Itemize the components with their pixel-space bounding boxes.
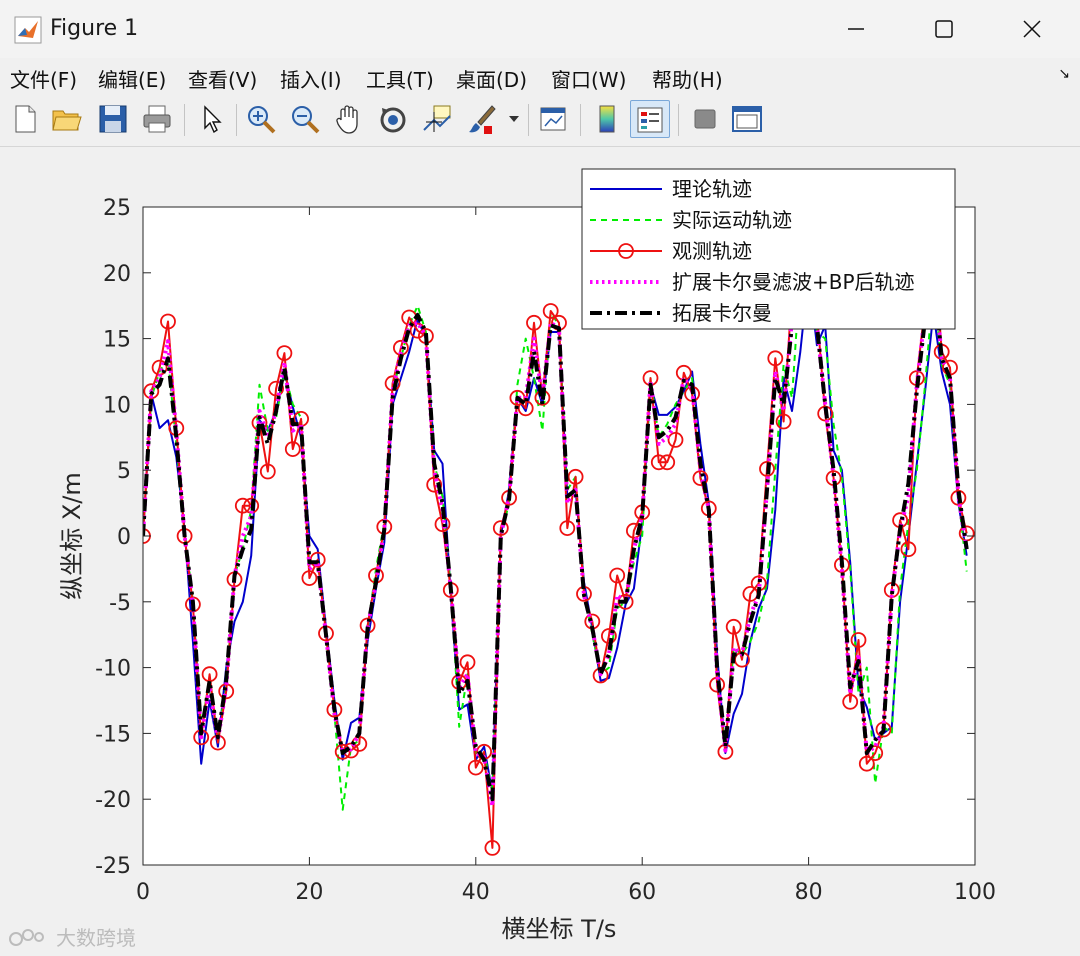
title-bar: Figure 1 (0, 0, 1080, 58)
pointer-icon (204, 105, 222, 134)
zoom-in-button[interactable] (244, 102, 278, 136)
toolbar-separator (236, 104, 237, 136)
y-tick-label: 5 (117, 459, 131, 484)
open-file-icon (52, 110, 82, 131)
menu-bar: 文件(F) 编辑(E) 查看(V) 插入(I) 工具(T) 桌面(D) 窗口(W… (0, 58, 1080, 94)
menu-insert[interactable]: 插入(I) (280, 64, 342, 93)
rotate-3d-button[interactable] (376, 102, 410, 136)
toolbar-separator (184, 104, 185, 136)
y-tick-label: -5 (109, 591, 131, 616)
colorbar-button[interactable] (590, 102, 624, 136)
save-icon (99, 105, 127, 133)
window-title: Figure 1 (50, 16, 139, 41)
y-tick-label: 10 (103, 393, 131, 418)
watermark: 大数跨境 (8, 922, 136, 951)
menu-view[interactable]: 查看(V) (188, 64, 257, 93)
data-cursor-icon (423, 105, 451, 132)
legend[interactable]: 理论轨迹实际运动轨迹观测轨迹扩展卡尔曼滤波+BP后轨迹拓展卡尔曼 (581, 168, 956, 330)
minimize-icon (848, 28, 864, 30)
menu-file[interactable]: 文件(F) (10, 64, 77, 93)
link-plot-button[interactable] (536, 102, 570, 136)
x-axis-label: 横坐标 T/s (502, 915, 617, 943)
pan-button[interactable] (332, 102, 366, 136)
y-tick-label: -20 (95, 788, 131, 813)
data-cursor-button[interactable] (420, 102, 454, 136)
x-tick-label: 40 (462, 880, 490, 905)
brush-button[interactable] (464, 102, 498, 136)
zoom-out-icon (292, 106, 320, 134)
matlab-app-icon (14, 16, 42, 44)
y-tick-label: -15 (95, 722, 131, 747)
dock-icon (732, 106, 762, 132)
dock-button[interactable] (730, 102, 764, 136)
x-tick-label: 0 (136, 880, 150, 905)
y-axis-label: 纵坐标 X/m (58, 472, 86, 600)
rotate-3d-icon (380, 107, 406, 133)
y-tick-label: 15 (103, 328, 131, 353)
colorbar-icon (599, 105, 615, 133)
watermark-logo-icon (9, 928, 44, 946)
pointer-button[interactable] (194, 102, 228, 136)
zoom-out-button[interactable] (288, 102, 322, 136)
legend-icon (637, 107, 663, 133)
save-button[interactable] (96, 102, 130, 136)
toolbar (0, 94, 1080, 147)
figure-area: 0 20 40 60 80 100 -25 -20 -15 -10 -5 0 5 10 15 20 25 横坐标… (0, 147, 1080, 956)
dropdown-arrow-icon (509, 116, 519, 122)
y-tick-label: -25 (95, 854, 131, 879)
legend-label: 拓展卡尔曼 (672, 301, 772, 325)
print-icon (143, 105, 171, 133)
toolbar-separator (678, 104, 679, 136)
brush-icon (469, 105, 496, 134)
zoom-in-icon (248, 106, 276, 134)
legend-button[interactable] (630, 100, 670, 138)
minimize-button[interactable] (812, 0, 900, 58)
maximize-icon (935, 20, 953, 38)
y-tick-label: 20 (103, 262, 131, 287)
menu-dock-arrow[interactable]: ↘ (1058, 66, 1070, 82)
close-button[interactable] (988, 0, 1076, 58)
toolbar-separator (580, 104, 581, 136)
close-icon (1023, 20, 1041, 38)
watermark-text: 大数跨境 (56, 926, 136, 950)
toolbar-separator (528, 104, 529, 136)
legend-label: 理论轨迹 (672, 177, 752, 201)
new-figure-icon (15, 105, 36, 133)
hide-tools-button[interactable] (688, 102, 722, 136)
print-button[interactable] (140, 102, 174, 136)
x-tick-label: 80 (795, 880, 823, 905)
chart-canvas[interactable]: 0 20 40 60 80 100 -25 -20 -15 -10 -5 0 5 10 15 20 25 横坐标… (0, 147, 1080, 956)
menu-help[interactable]: 帮助(H) (652, 64, 723, 93)
legend-label: 实际运动轨迹 (672, 208, 792, 232)
x-tick-label: 100 (954, 880, 996, 905)
link-plot-icon (540, 107, 566, 131)
menu-desktop[interactable]: 桌面(D) (456, 64, 527, 93)
y-tick-label: 25 (103, 196, 131, 221)
menu-tools[interactable]: 工具(T) (366, 64, 434, 93)
hide-tools-icon (694, 109, 716, 129)
pan-hand-icon (336, 105, 358, 134)
open-file-button[interactable] (50, 102, 84, 136)
new-figure-button[interactable] (8, 102, 42, 136)
maximize-button[interactable] (900, 0, 988, 58)
y-tick-label: -10 (95, 657, 131, 682)
x-tick-label: 20 (295, 880, 323, 905)
x-tick-label: 60 (628, 880, 656, 905)
menu-window[interactable]: 窗口(W) (551, 64, 626, 93)
y-tick-label: 0 (117, 525, 131, 550)
legend-label: 观测轨迹 (672, 239, 752, 263)
legend-label: 扩展卡尔曼滤波+BP后轨迹 (672, 270, 915, 294)
brush-dropdown-button[interactable] (504, 102, 524, 136)
menu-edit[interactable]: 编辑(E) (98, 64, 166, 93)
